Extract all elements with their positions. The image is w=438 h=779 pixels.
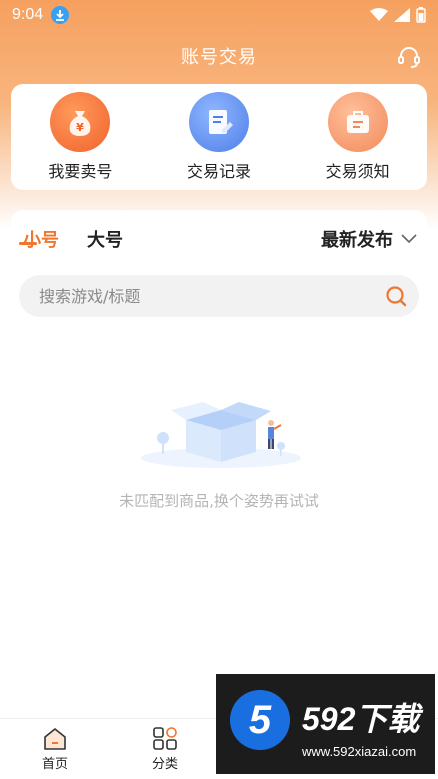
wifi-icon [370, 8, 388, 21]
sell-account-button[interactable]: ¥ 我要卖号 [25, 92, 135, 182]
grid-icon [153, 727, 177, 750]
nav-home[interactable]: 首页 [25, 727, 85, 772]
trade-notice-label: 交易须知 [325, 162, 390, 181]
briefcase-icon [327, 92, 388, 152]
trade-notice-button[interactable]: 交易须知 [303, 92, 413, 182]
empty-box-illustration [141, 402, 301, 468]
watermark-brand: 592下载 [302, 701, 420, 737]
empty-state-message: 未匹配到商品,换个姿势再试试 [119, 492, 319, 510]
sell-account-label: 我要卖号 [48, 162, 113, 181]
battery-icon [416, 7, 426, 23]
search-bar[interactable] [19, 275, 419, 317]
money-bag-icon: ¥ [50, 92, 111, 152]
nav-home-label: 首页 [41, 757, 68, 772]
watermark-logo-icon: 5 [230, 690, 290, 750]
chevron-down-icon [401, 234, 417, 244]
nav-category[interactable]: 分类 [135, 727, 195, 772]
site-watermark: 5 592下载 www.592xiazai.com [216, 674, 435, 774]
sort-dropdown[interactable]: 最新发布 [321, 226, 417, 252]
status-time: 9:04 [12, 6, 44, 23]
trade-records-label: 交易记录 [186, 162, 251, 181]
page-title: 账号交易 [181, 47, 257, 68]
sort-selected-label: 最新发布 [321, 230, 393, 251]
document-edit-icon [188, 92, 249, 152]
title-bar: 账号交易 [0, 38, 438, 74]
download-icon [51, 6, 70, 24]
tab-small-account[interactable]: 小号 [23, 226, 59, 252]
customer-service-button[interactable] [396, 44, 422, 70]
nav-category-label: 分类 [151, 757, 178, 772]
search-input[interactable] [39, 286, 385, 306]
account-size-tabs: 小号 大号 [23, 226, 123, 252]
watermark-url: www.592xiazai.com [302, 744, 417, 759]
home-icon [44, 728, 66, 750]
headset-icon [398, 47, 420, 68]
listing-panel: 小号 大号 最新发布 未匹配到商品,换个姿势再试试 [11, 210, 427, 710]
tab-large-account[interactable]: 大号 [87, 226, 123, 252]
active-tab-indicator [19, 242, 37, 245]
quick-actions-card: ¥ 我要卖号 交易记录 交易须知 [11, 84, 427, 190]
signal-icon [394, 8, 410, 22]
trade-records-button[interactable]: 交易记录 [164, 92, 274, 182]
status-bar: 9:04 [0, 0, 438, 30]
svg-text:¥: ¥ [77, 121, 85, 134]
search-icon[interactable] [385, 285, 407, 307]
